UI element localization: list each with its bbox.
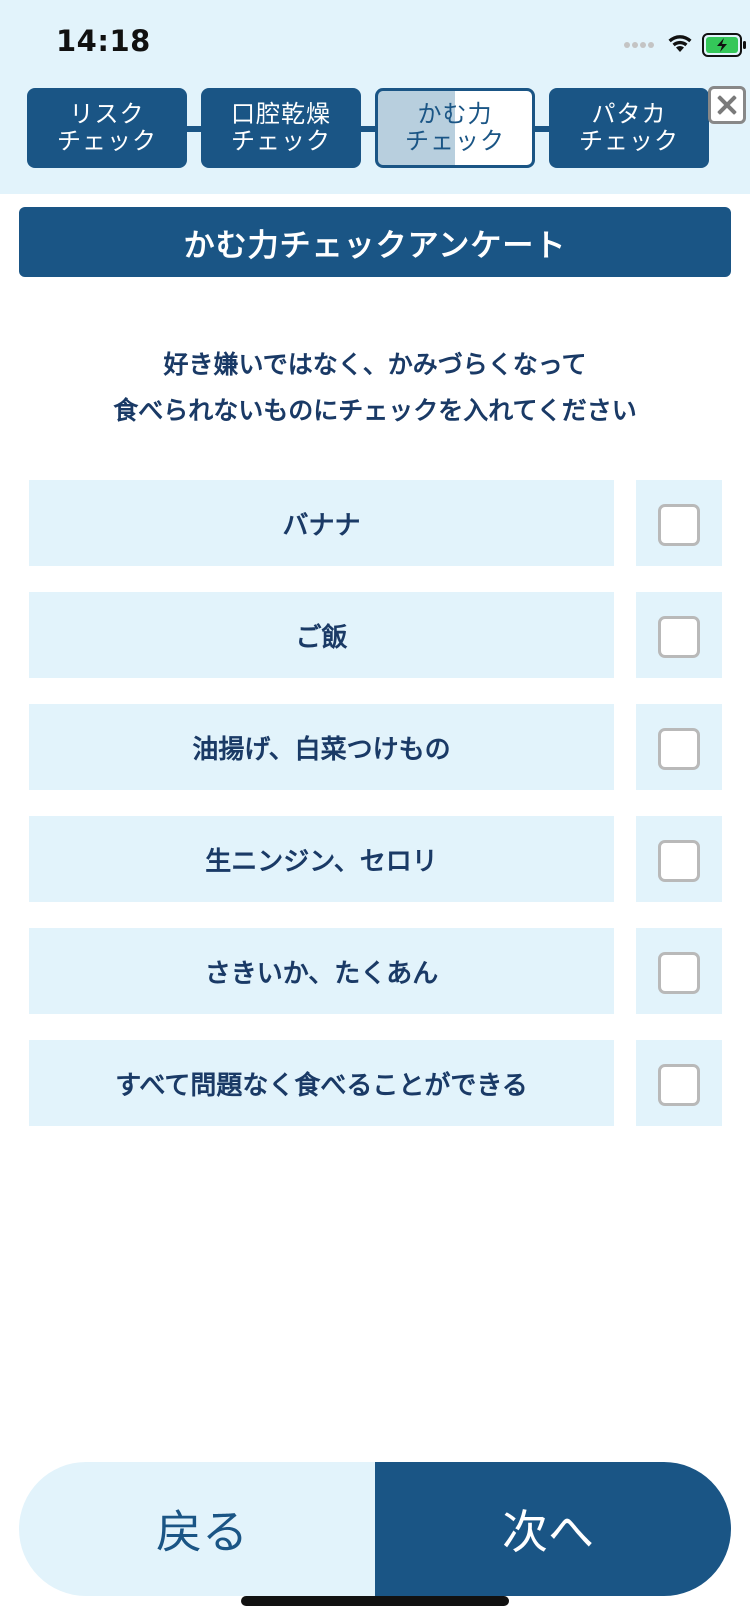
checkbox-cell[interactable] [636, 816, 722, 902]
item-label: バナナ [29, 480, 614, 566]
item-label: 生ニンジン、セロリ [29, 816, 614, 902]
instructions-line2: 食べられないものにチェックを入れてください [113, 396, 637, 425]
checkbox-cell[interactable] [636, 480, 722, 566]
tab-label-line2: チェック [579, 127, 679, 155]
checkbox[interactable] [658, 952, 700, 994]
list-item[interactable]: 生ニンジン、セロリ [29, 816, 722, 902]
tab-chewing-check[interactable]: かむ力 チェック [375, 88, 535, 168]
list-item[interactable]: さきいか、たくあん [29, 928, 722, 1014]
checkbox-cell[interactable] [636, 1040, 722, 1126]
tab-label-line1: 口腔乾燥 [231, 100, 331, 128]
checkbox[interactable] [658, 728, 700, 770]
list-item[interactable]: バナナ [29, 480, 722, 566]
status-icons [624, 28, 746, 62]
item-label: すべて問題なく食べることができる [29, 1040, 614, 1126]
checkbox[interactable] [658, 1064, 700, 1106]
item-label: ご飯 [29, 592, 614, 678]
tab-pataka-check[interactable]: パタカ チェック [549, 88, 709, 168]
tab-label-line2: チェック [231, 127, 331, 155]
page-title: かむ力チェックアンケート [19, 207, 731, 277]
checkbox-cell[interactable] [636, 928, 722, 1014]
tab-risk-check[interactable]: リスク チェック [27, 88, 187, 168]
tab-label-line1: かむ力 [417, 100, 493, 128]
home-indicator[interactable] [241, 1596, 509, 1606]
tab-label-line1: パタカ [591, 100, 667, 128]
signal-icon [624, 42, 656, 50]
checkbox[interactable] [658, 504, 700, 546]
instructions-line1: 好き嫌いではなく、かみづらくなって [163, 350, 587, 379]
checkbox[interactable] [658, 840, 700, 882]
checkbox-cell[interactable] [636, 592, 722, 678]
status-time: 14:18 [56, 24, 151, 58]
tab-label-line2: チェック [57, 127, 157, 155]
tab-label-line2: チェック [405, 127, 505, 155]
checkbox-cell[interactable] [636, 704, 722, 790]
back-button[interactable]: 戻る [19, 1462, 375, 1596]
wifi-icon [666, 32, 694, 54]
instructions: 好き嫌いではなく、かみづらくなって 食べられないものにチェックを入れてください [0, 342, 750, 434]
list-item[interactable]: ご飯 [29, 592, 722, 678]
battery-icon [702, 33, 748, 57]
tab-dry-mouth-check[interactable]: 口腔乾燥 チェック [201, 88, 361, 168]
close-icon[interactable] [708, 86, 746, 124]
list-item[interactable]: 油揚げ、白菜つけもの [29, 704, 722, 790]
checkbox[interactable] [658, 616, 700, 658]
list-item[interactable]: すべて問題なく食べることができる [29, 1040, 722, 1126]
next-button[interactable]: 次へ [375, 1462, 731, 1596]
tab-label-line1: リスク [69, 100, 145, 128]
item-label: さきいか、たくあん [29, 928, 614, 1014]
item-label: 油揚げ、白菜つけもの [29, 704, 614, 790]
